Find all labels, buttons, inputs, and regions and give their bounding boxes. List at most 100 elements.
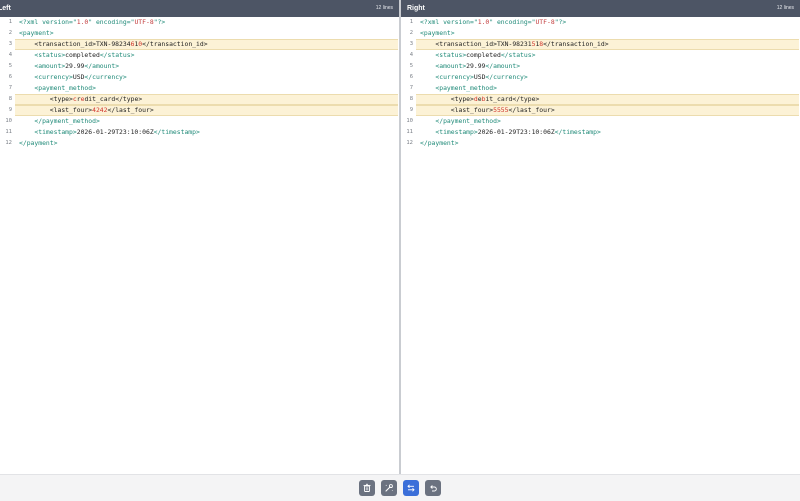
code-line: 6 <currency>USD</currency> bbox=[0, 72, 399, 83]
code-token: USD bbox=[473, 73, 486, 81]
code-token: <?xml version=" bbox=[19, 18, 77, 26]
code-token: UTF-8 bbox=[134, 18, 154, 26]
wrench-icon bbox=[385, 484, 393, 492]
right-code-editor[interactable]: 1 <?xml version="1.0" encoding="UTF-8"?> 2… bbox=[401, 17, 800, 149]
code-line: 7 <payment_method> bbox=[0, 83, 399, 94]
line-content: <timestamp>2026-01-29T23:10:06Z</timesta… bbox=[19, 127, 200, 138]
code-line: 9 <last_four>4242</last_four> bbox=[0, 105, 399, 116]
line-content: <type>credit_card</type> bbox=[19, 94, 142, 105]
line-number: 3 bbox=[409, 41, 413, 47]
code-line: 2 <payment> bbox=[401, 28, 800, 39]
code-token: </status> bbox=[99, 51, 135, 59]
line-content: <payment_method> bbox=[19, 83, 96, 94]
code-token: <amount> bbox=[420, 62, 467, 70]
right-pane-line-count: 12 lines bbox=[776, 5, 794, 11]
diff-text: 5555 bbox=[493, 106, 509, 114]
code-token: <last_four> bbox=[19, 106, 93, 114]
swap-button[interactable] bbox=[403, 480, 419, 496]
code-token: </payment_method> bbox=[420, 117, 501, 125]
clear-button[interactable] bbox=[359, 480, 375, 496]
code-token: </payment> bbox=[420, 139, 459, 147]
code-token: 1.0 bbox=[477, 18, 490, 26]
line-content: <payment> bbox=[19, 28, 54, 39]
code-token: <timestamp> bbox=[19, 128, 77, 136]
code-token: </amount> bbox=[84, 62, 120, 70]
line-number: 11 bbox=[406, 129, 413, 135]
code-token: "?> bbox=[153, 18, 166, 26]
code-line: 9 <last_four>5555</last_four> bbox=[401, 105, 800, 116]
line-content: </payment> bbox=[420, 138, 458, 149]
code-line: 3 <transaction_id>TXN-98231518</transact… bbox=[401, 39, 800, 50]
line-content: <currency>USD</currency> bbox=[420, 72, 528, 83]
code-line: 12 </payment> bbox=[401, 138, 800, 149]
code-line: 6 <currency>USD</currency> bbox=[401, 72, 800, 83]
line-number: 9 bbox=[8, 107, 12, 113]
line-number: 12 bbox=[5, 140, 12, 146]
code-token: </currency> bbox=[485, 73, 528, 81]
code-token: <payment_method> bbox=[420, 84, 497, 92]
code-token: <?xml version=" bbox=[420, 18, 478, 26]
line-number: 4 bbox=[409, 52, 413, 58]
undo-button[interactable] bbox=[425, 480, 441, 496]
line-number: 4 bbox=[8, 52, 12, 58]
code-token: " encoding=" bbox=[489, 18, 536, 26]
code-token: 2026-01-29T23:10:06Z bbox=[76, 128, 154, 136]
code-line: 3 <transaction_id>TXN-98234610</transact… bbox=[0, 39, 399, 50]
code-token: <status> bbox=[19, 51, 66, 59]
code-token: </payment_method> bbox=[19, 117, 100, 125]
code-line: 8 <type>debit_card</type> bbox=[401, 94, 800, 105]
line-number: 8 bbox=[8, 96, 12, 102]
right-pane-header: Right 12 lines bbox=[401, 0, 800, 17]
code-token: <last_four> bbox=[420, 106, 494, 114]
line-content: <amount>29.99</amount> bbox=[420, 61, 520, 72]
line-number: 7 bbox=[409, 85, 413, 91]
line-number: 2 bbox=[8, 30, 12, 36]
code-token: <amount> bbox=[19, 62, 66, 70]
line-content: </payment_method> bbox=[420, 116, 501, 127]
code-token: completed bbox=[65, 51, 100, 59]
code-line: 7 <payment_method> bbox=[401, 83, 800, 94]
line-content: <currency>USD</currency> bbox=[19, 72, 127, 83]
line-content: </payment_method> bbox=[19, 116, 100, 127]
format-button[interactable] bbox=[381, 480, 397, 496]
code-token: </payment> bbox=[19, 139, 58, 147]
left-pane-title: Left bbox=[0, 5, 11, 12]
line-content: <last_four>4242</last_four> bbox=[19, 105, 154, 116]
undo-icon bbox=[430, 485, 437, 492]
line-content: <transaction_id>TXN-98231518</transactio… bbox=[420, 39, 608, 50]
line-number: 1 bbox=[409, 19, 413, 25]
line-content: <timestamp>2026-01-29T23:10:06Z</timesta… bbox=[420, 127, 600, 138]
code-token: 2026-01-29T23:10:06Z bbox=[477, 128, 555, 136]
line-content: <payment_method> bbox=[420, 83, 497, 94]
code-token: completed bbox=[466, 51, 501, 59]
code-token: </timestamp> bbox=[153, 128, 200, 136]
line-number: 9 bbox=[409, 107, 413, 113]
line-content: <status>completed</status> bbox=[420, 50, 535, 61]
code-line: 8 <type>credit_card</type> bbox=[0, 94, 399, 105]
line-number: 7 bbox=[8, 85, 12, 91]
code-line: 11 <timestamp>2026-01-29T23:10:06Z</time… bbox=[0, 127, 399, 138]
code-token: </transaction_id> bbox=[142, 40, 208, 48]
code-token: <payment_method> bbox=[19, 84, 96, 92]
code-token: UTF-8 bbox=[535, 18, 555, 26]
code-token: </currency> bbox=[84, 73, 127, 81]
code-token: 29.99 bbox=[65, 62, 85, 70]
line-number: 2 bbox=[409, 30, 413, 36]
code-token: "?> bbox=[554, 18, 567, 26]
line-number: 6 bbox=[409, 74, 413, 80]
code-token: <transaction_id>TXN-98234 bbox=[19, 40, 131, 48]
code-token: <timestamp> bbox=[420, 128, 478, 136]
line-content: <amount>29.99</amount> bbox=[19, 61, 119, 72]
code-token: </last_four> bbox=[508, 106, 555, 114]
code-token: <payment> bbox=[420, 29, 455, 37]
line-number: 10 bbox=[406, 118, 413, 124]
left-code-editor[interactable]: 1 <?xml version="1.0" encoding="UTF-8"?> 2… bbox=[0, 17, 399, 149]
line-content: <transaction_id>TXN-98234610</transactio… bbox=[19, 39, 208, 50]
line-content: <?xml version="1.0" encoding="UTF-8"?> bbox=[19, 17, 165, 28]
code-token: 1.0 bbox=[76, 18, 89, 26]
line-content: <type>debit_card</type> bbox=[420, 94, 540, 105]
code-line: 2 <payment> bbox=[0, 28, 399, 39]
code-line: 11 <timestamp>2026-01-29T23:10:06Z</time… bbox=[401, 127, 800, 138]
code-line: 5 <amount>29.99</amount> bbox=[401, 61, 800, 72]
line-content: </payment> bbox=[19, 138, 57, 149]
